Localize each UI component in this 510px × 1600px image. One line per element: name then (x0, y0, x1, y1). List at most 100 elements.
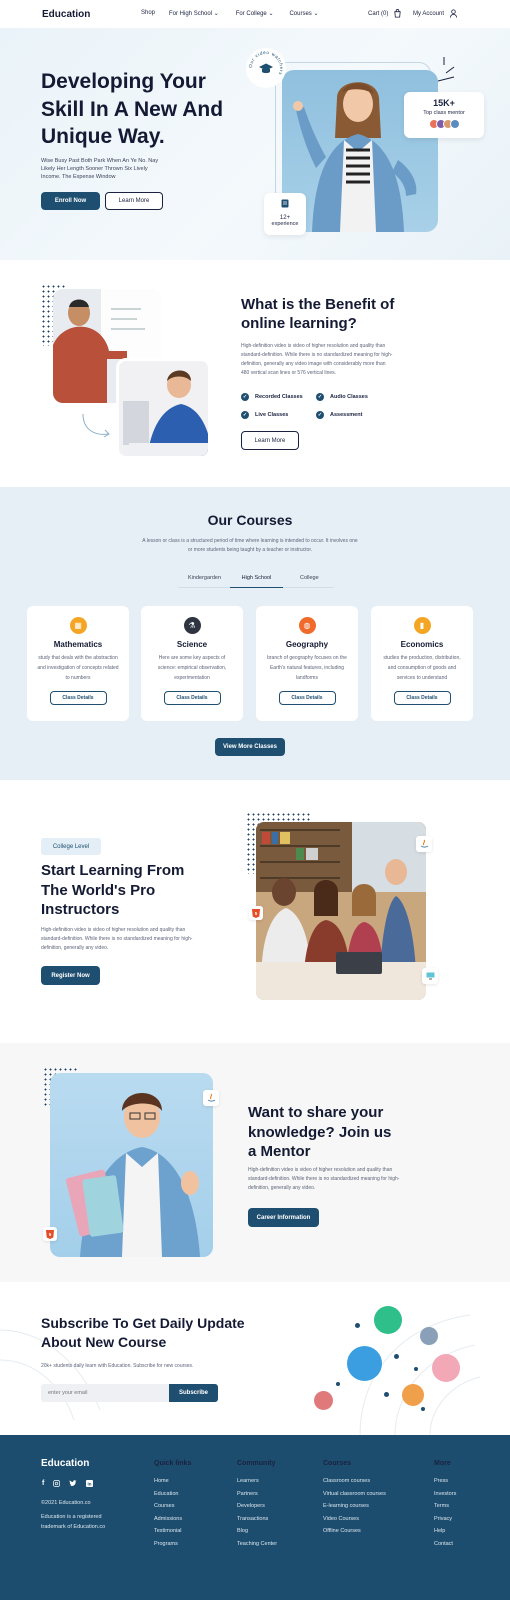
benefit-desc-line: standard-definition. While there is no s… (241, 352, 393, 358)
nav-high-school-label: For High School (169, 11, 213, 17)
footer-link-press[interactable]: Press (434, 1475, 456, 1488)
footer-trademark: Education is a registered trademark of E… (41, 1512, 105, 1532)
course-card-mathematics: ▦ Mathematics study that deals with the … (27, 606, 129, 721)
footer-courses: Courses Classroom courses Virtual classr… (323, 1460, 386, 1538)
register-now-button[interactable]: Register Now (41, 966, 100, 985)
feature-live-classes: ✓ Live Classes (241, 411, 288, 419)
chevron-down-icon: ⌄ (313, 11, 319, 17)
career-information-button[interactable]: Career Information (248, 1208, 319, 1227)
experience-card: 12+ experience (264, 193, 306, 235)
course-card-desc-line: branch of geography focuses on the (267, 655, 347, 661)
footer-link-virtual-classroom[interactable]: Virtual classroom courses (323, 1488, 386, 1501)
course-card-desc-line: experimentation (174, 675, 210, 681)
subscribe-title-line: Subscribe To Get Daily Update (41, 1315, 245, 1331)
benefit-description: High-definition video is video of higher… (241, 342, 392, 378)
footer-link-e-learning[interactable]: E-learning courses (323, 1500, 386, 1513)
footer-logo[interactable]: Education (41, 1458, 89, 1469)
benefit-desc-line: High-definition video is video of higher… (241, 343, 386, 349)
instagram-icon[interactable] (53, 1480, 61, 1487)
footer-link-partners[interactable]: Partners (237, 1488, 277, 1501)
tab-college[interactable]: College (300, 575, 319, 581)
twitter-icon[interactable] (69, 1480, 78, 1487)
decorative-sparkle (437, 57, 455, 82)
enroll-now-button[interactable]: Enroll Now (41, 192, 100, 210)
subscribe-button[interactable]: Subscribe (169, 1384, 218, 1402)
college-level-tag: College Level (41, 838, 101, 855)
document-icon (281, 199, 289, 208)
courses-desc-line: or more students being taught by a teach… (187, 547, 313, 553)
hero-title-line: Skill In A New And (41, 97, 224, 121)
nav-shop[interactable]: Shop (141, 10, 155, 17)
cart-link[interactable]: Cart (0) (368, 9, 402, 18)
course-card-geography: ◍ Geography branch of geography focuses … (256, 606, 358, 721)
footer-link-developers[interactable]: Developers (237, 1500, 277, 1513)
account-link[interactable]: My Account (413, 9, 458, 18)
footer-link-learners[interactable]: Learners (237, 1475, 277, 1488)
class-details-button[interactable]: Class Details (278, 691, 336, 705)
nav-college[interactable]: For College ⌄ (236, 10, 274, 17)
learn-more-button[interactable]: Learn More (105, 192, 163, 210)
course-card-desc-line: Earth's natural features, including (269, 665, 345, 671)
chevron-down-icon: ⌄ (213, 11, 219, 17)
footer-link-home[interactable]: Home (154, 1475, 191, 1488)
email-input[interactable] (41, 1384, 171, 1402)
tab-kindergarden[interactable]: Kindergarden (188, 575, 221, 581)
hero-title: Developing Your Skill In A New And Uniqu… (41, 68, 223, 151)
course-card-title: Geography (285, 640, 329, 649)
footer-link-terms[interactable]: Terms (434, 1500, 456, 1513)
monitor-badge (422, 968, 438, 984)
footer-link-video-courses[interactable]: Video Courses (323, 1513, 386, 1526)
account-label: My Account (413, 10, 445, 17)
mentor-title: Want to share your knowledge? Join us a … (248, 1103, 391, 1162)
java-icon (207, 1093, 215, 1102)
linkedin-icon[interactable]: in (86, 1480, 94, 1487)
nav-high-school[interactable]: For High School ⌄ (169, 10, 219, 17)
view-more-classes-button[interactable]: View More Classes (215, 738, 285, 756)
feature-audio-classes: ✓ Audio Classes (316, 393, 368, 401)
benefit-desc-line: 480 vertical scan lines or 576 vertical … (241, 370, 337, 376)
course-card-desc-line: to numbers (65, 675, 91, 681)
class-details-button[interactable]: Class Details (393, 691, 451, 705)
benefit-desc-line: definition, generally any video image wi… (241, 361, 386, 367)
subscribe-title: Subscribe To Get Daily Update About New … (41, 1314, 245, 1352)
footer-link-teaching-center[interactable]: Teaching Center (237, 1538, 277, 1551)
footer-link-offline-courses[interactable]: Offline Courses (323, 1525, 386, 1538)
check-icon: ✓ (241, 411, 249, 419)
footer-link-privacy[interactable]: Privacy (434, 1513, 456, 1526)
feature-label: Live Classes (255, 412, 289, 418)
avatar (314, 1391, 333, 1410)
footer-link-transactions[interactable]: Transactions (237, 1513, 277, 1526)
courses-title: Our Courses (207, 512, 293, 528)
footer-link-programs[interactable]: Programs (154, 1538, 191, 1551)
facebook-icon[interactable]: f (42, 1480, 44, 1487)
footer-link-classroom[interactable]: Classroom courses (323, 1475, 386, 1488)
feature-recorded-classes: ✓ Recorded Classes (241, 393, 303, 401)
class-details-button[interactable]: Class Details (49, 691, 107, 705)
site-logo[interactable]: Education (42, 9, 90, 20)
footer-link-education[interactable]: Education (154, 1488, 191, 1501)
benefit-learn-more-button[interactable]: Learn More (241, 431, 299, 450)
footer-link-testimonial[interactable]: Testimonial (154, 1525, 191, 1538)
footer-link-courses[interactable]: Courses (154, 1500, 191, 1513)
course-card-description: Here are some key aspects of science: em… (141, 653, 243, 685)
footer-link-help[interactable]: Help (434, 1525, 456, 1538)
class-details-button[interactable]: Class Details (163, 691, 221, 705)
check-icon: ✓ (316, 411, 324, 419)
instructors-desc-line: standard-definition. While there is no s… (41, 936, 193, 942)
globe-icon: ◍ (298, 617, 316, 634)
hero-desc-line: Income. The Expense Window (41, 174, 116, 180)
footer-link-admissions[interactable]: Admissions (154, 1513, 191, 1526)
experience-label: experience (271, 221, 299, 227)
nav-courses[interactable]: Courses ⌄ (289, 10, 318, 17)
decorative-dot (355, 1323, 360, 1328)
instructors-title-line: Instructors (41, 901, 120, 918)
feature-assessment: ✓ Assessment (316, 411, 362, 419)
footer-link-contact[interactable]: Contact (434, 1538, 456, 1551)
tab-high-school[interactable]: High School (230, 572, 283, 588)
footer-link-investors[interactable]: Investors (434, 1488, 456, 1501)
avatar (347, 1346, 382, 1381)
avatar (374, 1306, 402, 1334)
footer-link-blog[interactable]: Blog (237, 1525, 277, 1538)
flask-icon: ⚗ (183, 617, 201, 634)
calculator-icon: ▦ (69, 617, 87, 634)
